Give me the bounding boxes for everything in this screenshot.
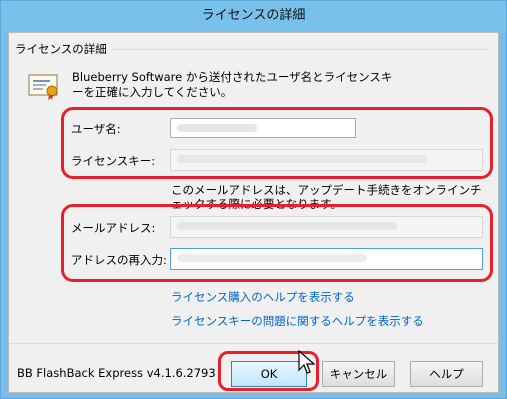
window-title: ライセンスの詳細 xyxy=(1,1,506,31)
highlight-box-email xyxy=(61,204,493,282)
dialog-client-area: ライセンスの詳細 Blueberry Software から送付されたユーザ名と… xyxy=(8,32,499,393)
group-divider xyxy=(109,49,489,50)
license-dialog-window: ライセンスの詳細 ライセンスの詳細 Blueberry Software から送… xyxy=(0,0,507,399)
footer-divider xyxy=(9,343,498,344)
cancel-button[interactable]: キャンセル xyxy=(322,361,395,387)
group-title: ライセンスの詳細 xyxy=(15,41,113,57)
help-button[interactable]: ヘルプ xyxy=(410,361,483,387)
highlight-box-credentials xyxy=(61,107,493,179)
certificate-icon xyxy=(28,74,58,100)
intro-text: Blueberry Software から送付されたユーザ名とライセンスキーを正… xyxy=(72,70,393,99)
purchase-help-link[interactable]: ライセンス購入のヘルプを表示する xyxy=(171,289,355,305)
mouse-cursor-icon xyxy=(298,350,316,374)
key-problem-help-link[interactable]: ライセンスキーの問題に関するヘルプを表示する xyxy=(171,313,424,329)
version-text: BB FlashBack Express v4.1.6.2793 xyxy=(17,366,216,380)
